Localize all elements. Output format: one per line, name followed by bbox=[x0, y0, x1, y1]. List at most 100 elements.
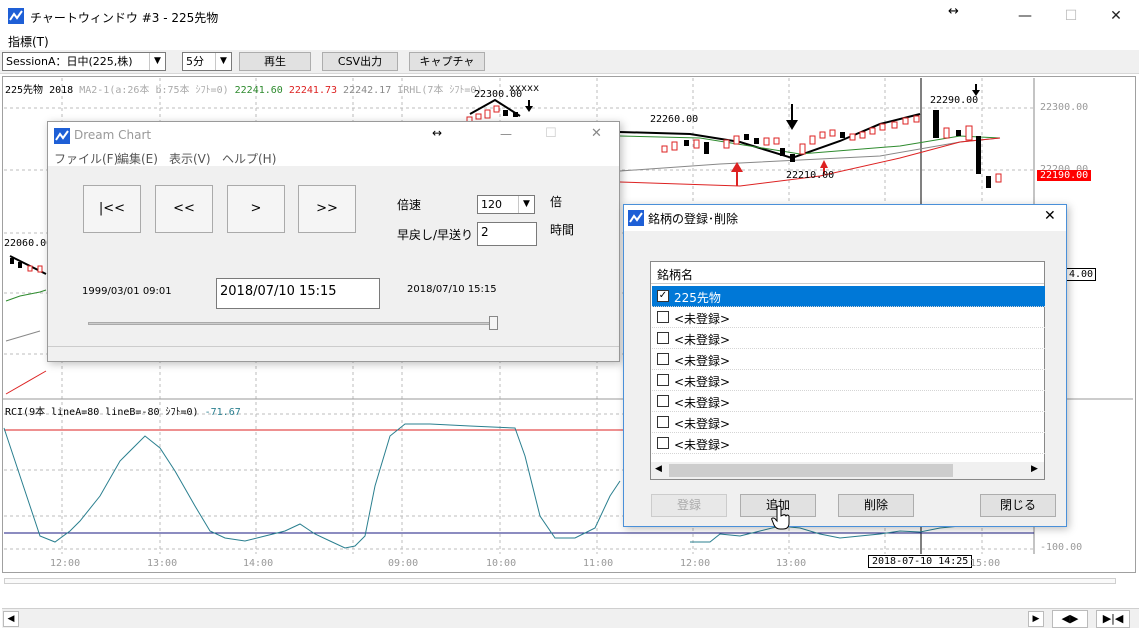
symbol-list-item[interactable]: <未登録> bbox=[652, 349, 1045, 370]
current-price-badge: 22190.00 bbox=[1037, 170, 1092, 181]
symbol-dialog-close[interactable]: ✕ bbox=[1044, 208, 1056, 224]
chart-header: 225先物 2018 MA2-1(a:26本 b:75本 ｼﾌﾄ=0) 2224… bbox=[5, 81, 482, 96]
symbol-name: <未登録> bbox=[674, 375, 731, 389]
symbol-list[interactable]: 銘柄名 ✓ 225先物 <未登録> <未登録> <未登録> <未登録> <未登録> <未登録>… bbox=[650, 261, 1045, 480]
price-marker-x: xxxxx bbox=[509, 83, 540, 94]
chart-bottom-band bbox=[4, 578, 1116, 584]
rewind-input-value: 2 bbox=[481, 225, 489, 239]
session-select[interactable]: SessionA：日中(225,株) ▼ bbox=[2, 52, 166, 71]
symbol-name: <未登録> bbox=[674, 333, 731, 347]
symbol-list-item[interactable]: <未登録> bbox=[652, 412, 1045, 433]
menu-help[interactable]: ヘルプ(H) bbox=[222, 150, 276, 167]
end-date: 2018/07/10 15:15 bbox=[407, 284, 497, 295]
time-label: 14:00 bbox=[243, 558, 274, 569]
maximize-button[interactable]: ☐ bbox=[1048, 0, 1094, 32]
symbol-list-item[interactable]: <未登録> bbox=[652, 328, 1045, 349]
current-date-input[interactable]: 2018/07/10 15:15 bbox=[216, 278, 380, 309]
symbol-list-item[interactable]: <未登録> bbox=[652, 370, 1045, 391]
price-marker-22290: 22290.00 bbox=[930, 95, 979, 106]
rci-line bbox=[3, 423, 621, 549]
time-label: 12:00 bbox=[50, 558, 81, 569]
rci-axis-min: -100.00 bbox=[1040, 542, 1083, 553]
dream-chart-menubar: ファイル(F) 編集(E) 表示(V) ヘルプ(H) bbox=[48, 150, 619, 166]
symbol-list-item[interactable]: <未登録> bbox=[652, 391, 1045, 412]
resize-icon[interactable]: ↔ bbox=[432, 126, 442, 140]
ma-value-2: 22241.73 bbox=[288, 85, 338, 96]
csv-export-button[interactable]: CSV出力 bbox=[322, 52, 398, 71]
symbol-name: 225先物 bbox=[674, 291, 721, 305]
symbol-checkbox[interactable]: ✓ bbox=[657, 290, 669, 302]
capture-button[interactable]: キャプチャ bbox=[409, 52, 485, 71]
chart-symbol: 225先物 bbox=[5, 85, 44, 96]
symbol-checkbox[interactable] bbox=[657, 353, 669, 365]
scroll-right-icon[interactable]: ▶ bbox=[1031, 464, 1038, 474]
symbol-dialog-app-icon bbox=[628, 210, 644, 226]
time-label: 13:00 bbox=[776, 558, 807, 569]
symbol-list-header[interactable]: 銘柄名 bbox=[651, 262, 1044, 284]
scroll-left-icon[interactable]: ◀ bbox=[655, 464, 662, 474]
price-marker-22060: 22060.00 bbox=[4, 238, 53, 249]
play-forward-button[interactable]: > bbox=[227, 185, 285, 233]
resize-icon[interactable]: ↔ bbox=[948, 4, 959, 19]
scroll-right-button[interactable]: ▶ bbox=[1028, 611, 1044, 627]
speed-unit: 倍 bbox=[550, 195, 563, 209]
dream-chart-close[interactable]: ✕ bbox=[591, 126, 602, 141]
symbol-checkbox[interactable] bbox=[657, 374, 669, 386]
zoom-width-icon[interactable]: ◀▶ bbox=[1052, 610, 1088, 628]
horizontal-scrollbar[interactable]: ◀ ▶ ◀▶ ▶|◀ bbox=[2, 608, 1139, 628]
menu-bar: 指標(T) bbox=[0, 32, 1139, 50]
menu-view[interactable]: 表示(V) bbox=[169, 150, 211, 167]
rewind-input[interactable]: 2 bbox=[477, 222, 537, 246]
symbol-name: <未登録> bbox=[674, 396, 731, 410]
close-button[interactable]: ✕ bbox=[1093, 0, 1139, 32]
zoom-fit-icon[interactable]: ▶|◀ bbox=[1096, 610, 1130, 628]
scroll-thumb[interactable] bbox=[669, 464, 953, 477]
symbol-list-item[interactable]: ✓ 225先物 bbox=[652, 286, 1045, 307]
menu-edit[interactable]: 編集(E) bbox=[117, 150, 158, 167]
symbol-checkbox[interactable] bbox=[657, 311, 669, 323]
symbol-checkbox[interactable] bbox=[657, 332, 669, 344]
symbol-name: <未登録> bbox=[674, 312, 731, 326]
play-button[interactable]: 再生 bbox=[239, 52, 311, 71]
jump-first-button[interactable]: |<< bbox=[83, 185, 141, 233]
dream-chart-title-bar: Dream Chart ↔ — ☐ ✕ bbox=[48, 122, 619, 150]
menu-indicator[interactable]: 指標(T) bbox=[8, 33, 49, 50]
symbol-list-item[interactable]: <未登録> bbox=[652, 307, 1045, 328]
register-button[interactable]: 登録 bbox=[651, 494, 727, 517]
interval-select[interactable]: 5分 ▼ bbox=[182, 52, 232, 71]
time-label: 09:00 bbox=[388, 558, 419, 569]
menu-file[interactable]: ファイル(F) bbox=[54, 150, 118, 167]
speed-select[interactable]: 120 ▼ bbox=[477, 195, 535, 214]
toolbar: SessionA：日中(225,株) ▼ 5分 ▼ 再生 CSV出力 キャプチャ bbox=[0, 50, 1139, 74]
time-label: 15:00 bbox=[970, 558, 1001, 569]
chart-year: 2018 bbox=[49, 85, 74, 96]
symbol-checkbox[interactable] bbox=[657, 437, 669, 449]
session-select-value: SessionA：日中(225,株) bbox=[6, 55, 133, 68]
close-dialog-button[interactable]: 閉じる bbox=[980, 494, 1056, 517]
symbol-list-hscroll[interactable]: ◀ ▶ bbox=[651, 462, 1044, 479]
chevron-down-icon: ▼ bbox=[518, 196, 534, 213]
symbol-checkbox[interactable] bbox=[657, 395, 669, 407]
scroll-left-button[interactable]: ◀ bbox=[3, 611, 19, 627]
price-marker-22260: 22260.00 bbox=[650, 114, 699, 125]
dream-chart-body: |<< << > >> 倍速 120 ▼ 倍 早戻し/早送り 2 時間 1999… bbox=[48, 166, 619, 346]
slider-thumb[interactable] bbox=[489, 316, 498, 330]
delete-button[interactable]: 削除 bbox=[838, 494, 914, 517]
minimize-button[interactable]: — bbox=[1002, 0, 1048, 32]
symbol-dialog-title: 銘柄の登録･削除 bbox=[648, 212, 739, 226]
dream-chart-minimize[interactable]: — bbox=[500, 127, 512, 141]
price-axis-22300: 22300.00 bbox=[1040, 102, 1089, 113]
fast-forward-button[interactable]: >> bbox=[298, 185, 356, 233]
symbol-list-item[interactable]: <未登録> bbox=[652, 433, 1045, 454]
window-title: チャートウィンドウ #3 - 225先物 bbox=[30, 11, 219, 25]
column-symbol-name: 銘柄名 bbox=[657, 268, 694, 282]
dream-chart-maximize[interactable]: ☐ bbox=[545, 126, 557, 141]
dream-chart-window: Dream Chart ↔ — ☐ ✕ ファイル(F) 編集(E) 表示(V) … bbox=[47, 121, 620, 362]
symbol-checkbox[interactable] bbox=[657, 416, 669, 428]
chevron-down-icon: ▼ bbox=[215, 53, 231, 70]
timeline-slider[interactable] bbox=[88, 316, 498, 332]
speed-label: 倍速 bbox=[397, 198, 422, 212]
dream-chart-app-icon bbox=[54, 128, 70, 144]
step-back-button[interactable]: << bbox=[155, 185, 213, 233]
app-icon bbox=[8, 8, 24, 24]
